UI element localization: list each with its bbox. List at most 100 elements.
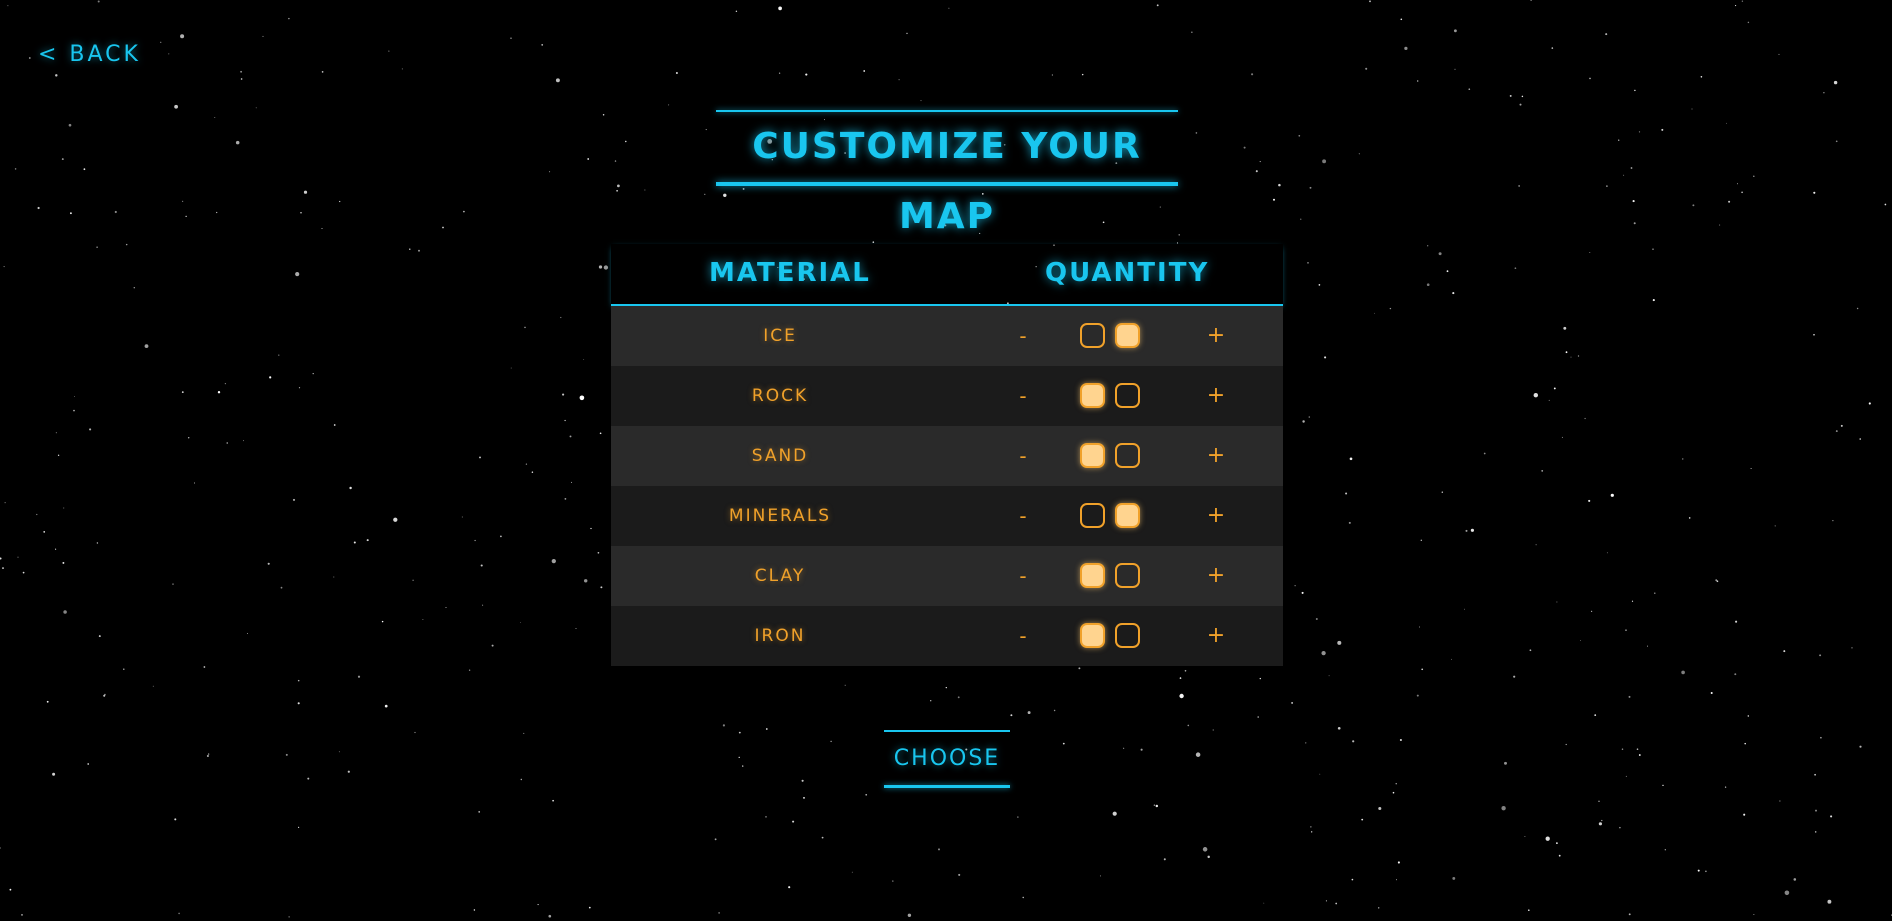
star	[1823, 92, 1825, 94]
star	[1691, 108, 1693, 110]
star	[1734, 673, 1737, 676]
increase-quantity-button[interactable]: +	[1201, 486, 1231, 546]
quantity-box	[1115, 383, 1140, 408]
star	[1418, 626, 1421, 628]
star	[55, 548, 57, 550]
star	[1778, 53, 1780, 55]
star	[525, 463, 528, 465]
star	[226, 442, 228, 444]
star	[1558, 854, 1561, 857]
star	[1400, 18, 1403, 21]
star	[292, 498, 296, 501]
star	[778, 6, 782, 11]
star	[1123, 747, 1125, 749]
star	[1395, 879, 1398, 881]
star	[1022, 896, 1024, 899]
star	[1654, 592, 1656, 594]
star	[600, 586, 603, 589]
star	[1590, 610, 1593, 613]
star	[1300, 218, 1302, 220]
star	[1374, 312, 1375, 314]
star	[805, 73, 808, 76]
star	[1840, 424, 1843, 427]
star	[37, 206, 40, 210]
star	[1337, 640, 1342, 645]
star	[1452, 292, 1455, 295]
star	[1305, 742, 1307, 744]
star	[958, 873, 961, 876]
star	[1570, 356, 1572, 358]
star	[625, 140, 627, 143]
star	[1815, 809, 1817, 812]
star	[583, 359, 585, 360]
star	[1652, 299, 1655, 302]
star	[1619, 826, 1621, 829]
star	[510, 37, 512, 39]
star	[1509, 94, 1512, 97]
star	[384, 704, 388, 708]
star	[1163, 858, 1166, 861]
star	[235, 140, 240, 145]
star	[1716, 580, 1719, 583]
choose-button[interactable]: CHOOSE	[884, 730, 1010, 788]
star	[1328, 675, 1330, 677]
star	[1638, 754, 1641, 756]
star	[57, 454, 60, 456]
star	[1884, 203, 1887, 206]
decrease-quantity-button[interactable]: -	[1008, 606, 1038, 666]
star	[288, 916, 290, 918]
star	[1307, 262, 1309, 264]
star	[224, 382, 227, 385]
star	[1623, 174, 1625, 176]
star	[1598, 800, 1600, 802]
star	[242, 440, 244, 442]
star	[52, 772, 56, 776]
star	[194, 482, 195, 484]
star	[1631, 600, 1634, 602]
star	[43, 531, 46, 533]
star	[278, 354, 280, 356]
star	[548, 914, 552, 918]
decrease-quantity-button[interactable]: -	[1008, 366, 1038, 426]
increase-quantity-button[interactable]: +	[1201, 546, 1231, 606]
star	[216, 211, 218, 214]
star	[1747, 715, 1750, 717]
star	[1556, 601, 1558, 603]
star	[1345, 492, 1348, 495]
decrease-quantity-button[interactable]: -	[1008, 486, 1038, 546]
star	[930, 700, 932, 702]
star	[765, 728, 768, 730]
star	[520, 622, 521, 623]
star	[366, 539, 369, 542]
star	[705, 129, 707, 131]
star	[409, 248, 411, 250]
star	[1513, 675, 1516, 678]
increase-quantity-button[interactable]: +	[1201, 306, 1231, 366]
decrease-quantity-button[interactable]: -	[1008, 306, 1038, 366]
star	[1051, 74, 1054, 76]
star	[160, 41, 162, 43]
star	[1207, 855, 1210, 859]
star	[203, 666, 206, 668]
star	[1324, 356, 1327, 359]
star	[333, 424, 336, 426]
increase-quantity-button[interactable]: +	[1201, 606, 1231, 666]
decrease-quantity-button[interactable]: -	[1008, 426, 1038, 486]
star	[1278, 183, 1281, 187]
star	[1633, 222, 1636, 225]
star	[1647, 645, 1648, 647]
star	[103, 694, 106, 697]
increase-quantity-button[interactable]: +	[1201, 426, 1231, 486]
star	[1737, 183, 1738, 185]
star	[1710, 691, 1713, 695]
star	[1369, 0, 1371, 3]
star	[560, 316, 562, 319]
back-button[interactable]: < BACK	[38, 42, 141, 67]
increase-quantity-button[interactable]: +	[1201, 366, 1231, 426]
star	[500, 535, 502, 538]
decrease-quantity-button[interactable]: -	[1008, 546, 1038, 606]
star	[246, 633, 248, 634]
star	[1321, 650, 1326, 656]
star	[524, 326, 526, 329]
star	[718, 912, 720, 914]
